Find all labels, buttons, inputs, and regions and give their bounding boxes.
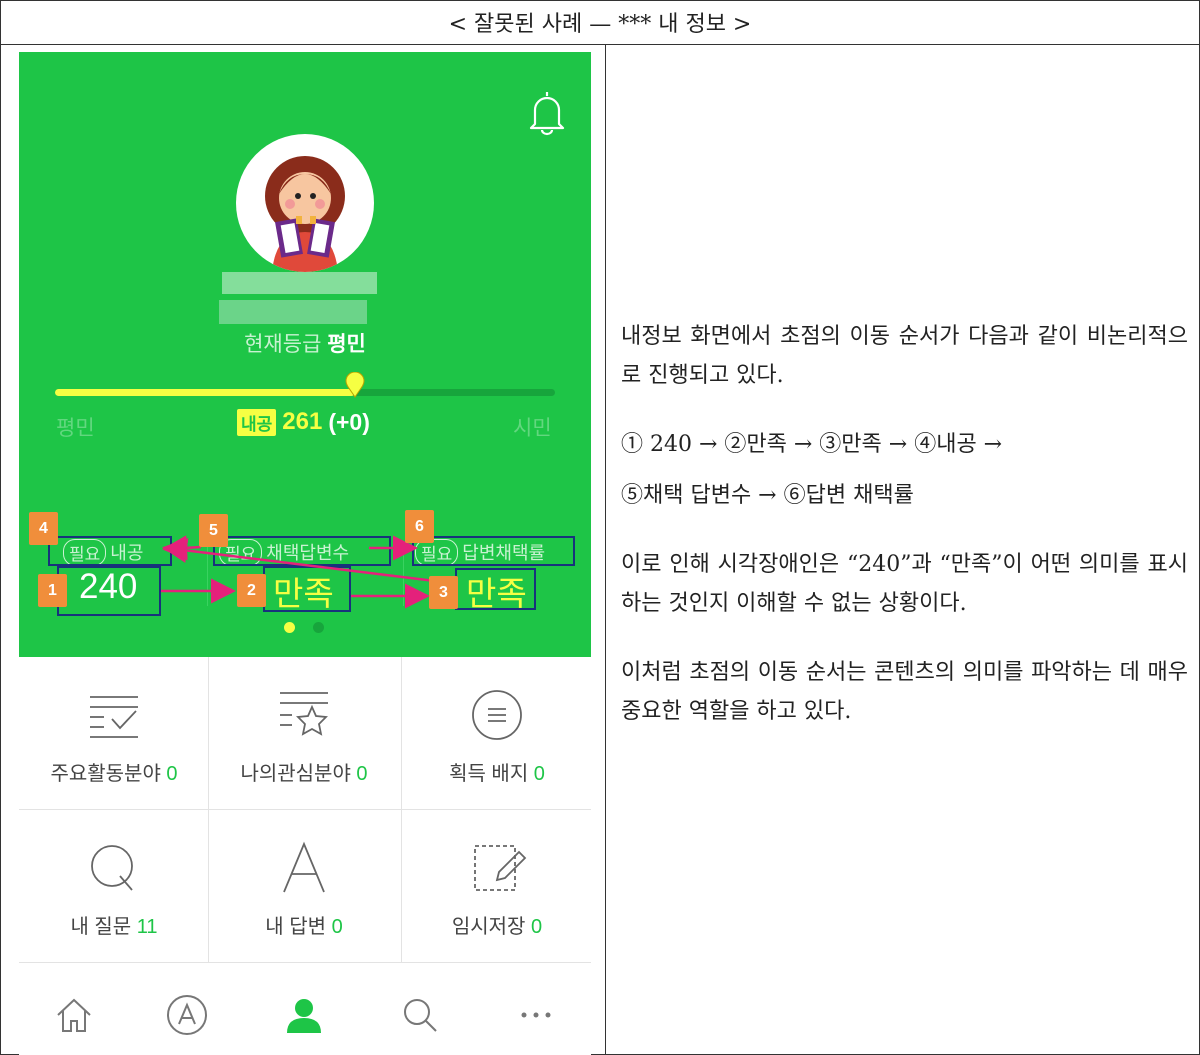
menu-label: 내 답변 [265, 916, 327, 938]
menu-label: 획득 배지 [449, 763, 529, 785]
menu-item-drafts[interactable]: 임시저장 0 [402, 810, 591, 963]
description-paragraph: 이로 인해 시각장애인은 “240”과 “만족”이 어떤 의미를 표시하는 것인… [621, 552, 1188, 616]
draft-pencil-icon [474, 845, 527, 891]
focus-box-points-value [57, 566, 161, 616]
menu-count: 0 [533, 763, 545, 785]
focus-order-badge: 1 [38, 574, 67, 607]
description-paragraph: 내정보 화면에서 초점의 이동 순서가 다음과 같이 비논리적으로 진행되고 있… [621, 324, 1188, 388]
menu-count: 11 [136, 916, 158, 938]
menu-label: 주요활동분야 [50, 763, 161, 785]
answer-a-icon [283, 841, 325, 893]
more-icon [521, 1012, 551, 1018]
focus-order-badge: 6 [405, 510, 434, 543]
example-title: < 잘못된 사례 — *** 내 정보 > [0, 0, 1200, 45]
focus-box-rate-label [412, 536, 575, 566]
menu-count: 0 [331, 916, 343, 938]
nav-search[interactable] [397, 992, 443, 1038]
nav-answer[interactable] [164, 992, 210, 1038]
grade-progress-fill [55, 389, 355, 396]
focus-box-adopted-value [263, 566, 351, 612]
focus-box-adopted-label [213, 536, 391, 566]
menu-label: 내 질문 [70, 916, 132, 938]
column-divider [605, 45, 606, 1055]
menu-item-badges[interactable]: 획득 배지 0 [402, 657, 591, 810]
answer-circle-icon [167, 995, 207, 1035]
menu-item-my-questions[interactable]: 내 질문 11 [19, 810, 209, 963]
question-q-icon [91, 845, 133, 891]
focus-order-badge: 4 [29, 512, 58, 545]
stat-divider [403, 544, 404, 606]
nav-more[interactable] [513, 992, 559, 1038]
profile-hero: 현재등급 평민 평민 시민 내공 261 (+0) 필요 내공 필요 채택답변수… [19, 52, 591, 657]
focus-order-badge: 2 [237, 574, 266, 607]
description-text: 내정보 화면에서 초점의 이동 순서가 다음과 같이 비논리적으로 진행되고 있… [621, 318, 1188, 731]
stat-divider [207, 544, 208, 606]
blurred-username [219, 300, 367, 324]
profile-icon [287, 999, 321, 1033]
points-tag: 내공 [237, 408, 277, 436]
grade-label: 현재등급 [244, 333, 322, 356]
list-star-icon [280, 692, 328, 736]
points-value: 261 [282, 408, 323, 435]
focus-sequence-line: ① 240 → ②만족 → ③만족 → ④내공 → [621, 432, 1003, 457]
menu-count: 0 [356, 763, 368, 785]
nav-home[interactable] [51, 992, 97, 1038]
page-dot[interactable] [313, 622, 324, 633]
focus-order-badge: 3 [429, 576, 458, 609]
avatar[interactable] [236, 134, 374, 272]
badge-menu-icon [472, 690, 522, 740]
description-paragraph: 이처럼 초점의 이동 순서는 콘텐츠의 의미를 파악하는 데 매우 중요한 역할… [621, 660, 1188, 724]
list-check-icon [90, 696, 138, 738]
points-display: 내공 261 (+0) [237, 408, 370, 436]
menu-item-main-activity[interactable]: 주요활동분야 0 [19, 657, 209, 810]
blurred-username [222, 272, 377, 294]
grade-value: 평민 [327, 333, 366, 356]
reading-character-icon [265, 156, 345, 272]
focus-box-rate-value [455, 568, 536, 610]
focus-order-badge: 5 [199, 514, 228, 547]
page-dot-active[interactable] [284, 622, 295, 633]
bottom-nav [19, 962, 591, 1055]
menu-count: 0 [531, 916, 543, 938]
menu-label: 나의관심분야 [240, 763, 351, 785]
grade-progress-track [55, 389, 555, 396]
menu-item-my-answers[interactable]: 내 답변 0 [209, 810, 399, 963]
search-icon [404, 999, 437, 1032]
menu-item-interests[interactable]: 나의관심분야 0 [209, 657, 399, 810]
focus-box-points-label [48, 536, 172, 566]
nav-profile[interactable] [281, 992, 327, 1038]
phone-screen: 현재등급 평민 평민 시민 내공 261 (+0) 필요 내공 필요 채택답변수… [19, 52, 591, 1055]
level-current: 평민 [56, 417, 95, 440]
progress-marker-icon [345, 372, 365, 398]
grade-line: 현재등급 평민 [19, 328, 591, 358]
points-delta: (+0) [328, 408, 370, 435]
bell-icon[interactable] [525, 88, 569, 136]
level-next: 시민 [513, 417, 552, 440]
focus-sequence-line: ⑤채택 답변수 → ⑥답변 채택률 [621, 482, 914, 508]
home-icon [57, 998, 91, 1032]
menu-label: 임시저장 [451, 916, 526, 938]
menu-count: 0 [166, 763, 178, 785]
